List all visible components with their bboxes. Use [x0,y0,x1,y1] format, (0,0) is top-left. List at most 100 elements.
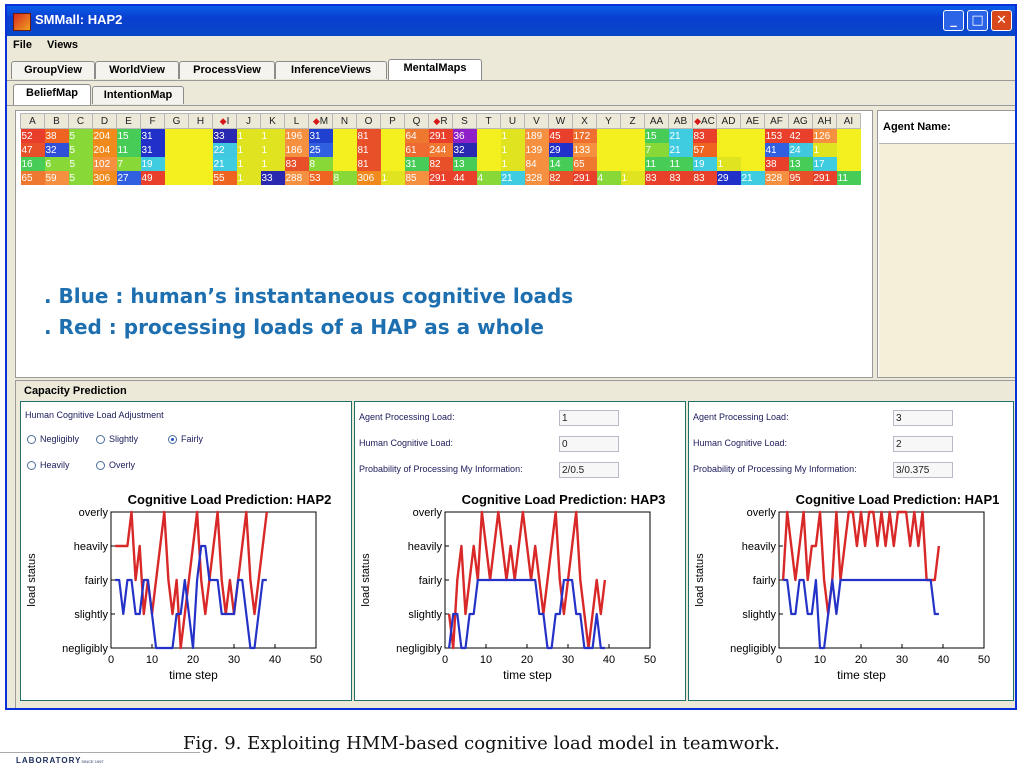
column-header[interactable]: AB [668,113,693,129]
grid-cell[interactable]: 4 [476,171,501,185]
grid-cell[interactable]: 81 [356,157,381,171]
grid-cell[interactable]: 1 [500,128,525,143]
tab-processview[interactable]: ProcessView [179,61,275,79]
radio-fairly[interactable]: Fairly [168,434,203,444]
column-header[interactable]: N [332,113,357,129]
grid-cell[interactable]: 11 [668,157,693,171]
grid-cell[interactable]: 82 [548,171,573,185]
grid-cell[interactable]: 328 [764,171,789,185]
column-header[interactable]: V [524,113,549,129]
grid-cell[interactable]: 11 [116,143,141,157]
grid-cell[interactable]: 204 [92,143,117,157]
column-header[interactable]: E [116,113,141,129]
grid-cell[interactable]: 21 [668,143,693,157]
tab-inferenceviews[interactable]: InferenceViews [275,61,387,79]
maximize-button[interactable]: □ [967,10,988,31]
radio-dot-selected[interactable] [168,435,177,444]
grid-cell[interactable] [164,171,189,185]
agent-processing-field[interactable]: 1 [559,410,619,426]
grid-cell[interactable] [476,143,501,157]
grid-cell[interactable] [740,157,765,171]
grid-cell[interactable]: 81 [356,128,381,143]
grid-cell[interactable] [476,157,501,171]
column-header[interactable]: J [236,113,261,129]
grid-cell[interactable] [188,143,213,157]
grid-cell[interactable]: 65 [20,171,45,185]
grid-cell[interactable]: 5 [68,157,93,171]
grid-cell[interactable]: 1 [620,171,645,185]
grid-cell[interactable]: 186 [284,143,309,157]
grid-cell[interactable]: 21 [500,171,525,185]
radio-overly[interactable]: Overly [96,460,135,470]
grid-cell[interactable] [836,128,861,143]
grid-cell[interactable]: 189 [524,128,549,143]
grid-cell[interactable]: 44 [452,171,477,185]
column-header[interactable]: F [140,113,165,129]
grid-cell[interactable]: 83 [692,171,717,185]
grid-cell[interactable]: 65 [572,157,597,171]
agent-processing-field[interactable]: 3 [893,410,953,426]
grid-cell[interactable]: 6 [44,157,69,171]
column-header[interactable]: AI [836,113,861,129]
grid-cell[interactable]: 291 [428,171,453,185]
grid-cell[interactable]: 13 [452,157,477,171]
grid-cell[interactable]: 11 [836,171,861,185]
grid-cell[interactable]: 19 [692,157,717,171]
grid-cell[interactable]: 19 [140,157,165,171]
grid-cell[interactable]: 83 [668,171,693,185]
grid-cell[interactable] [716,128,741,143]
grid-cell[interactable]: 1 [260,157,285,171]
grid-cell[interactable]: 328 [524,171,549,185]
probability-field[interactable]: 2/0.5 [559,462,619,478]
grid-cell[interactable]: 32 [452,143,477,157]
grid-cell[interactable]: 291 [572,171,597,185]
grid-cell[interactable]: 16 [20,157,45,171]
grid-cell[interactable]: 53 [308,171,333,185]
grid-cell[interactable] [188,171,213,185]
grid-cell[interactable]: 24 [788,143,813,157]
grid-cell[interactable] [188,128,213,143]
grid-cell[interactable]: 21 [740,171,765,185]
column-header[interactable]: AE [740,113,765,129]
tab-mentalmaps[interactable]: MentalMaps [388,59,482,80]
grid-cell[interactable] [620,128,645,143]
grid-cell[interactable]: 172 [572,128,597,143]
grid-cell[interactable] [380,128,405,143]
grid-cell[interactable]: 139 [524,143,549,157]
radio-dot[interactable] [27,461,36,470]
grid-cell[interactable]: 38 [44,128,69,143]
tab-intentionmap[interactable]: IntentionMap [92,86,184,104]
menu-file[interactable]: File [13,39,32,51]
grid-cell[interactable]: 15 [116,128,141,143]
grid-cell[interactable]: 5 [68,143,93,157]
human-load-field[interactable]: 2 [893,436,953,452]
grid-cell[interactable]: 1 [236,157,261,171]
column-header[interactable]: A [20,113,45,129]
radio-heavily[interactable]: Heavily [27,460,70,470]
grid-cell[interactable]: 244 [428,143,453,157]
column-header[interactable]: AF [764,113,789,129]
grid-cell[interactable]: 27 [116,171,141,185]
column-header[interactable]: ◆AC [692,113,717,129]
grid-cell[interactable]: 82 [428,157,453,171]
grid-cell[interactable]: 1 [380,171,405,185]
grid-cell[interactable]: 5 [68,128,93,143]
grid-cell[interactable]: 1 [500,143,525,157]
column-header[interactable]: W [548,113,573,129]
grid-cell[interactable]: 49 [140,171,165,185]
grid-cell[interactable]: 55 [212,171,237,185]
radio-negligibly[interactable]: Negligibly [27,434,79,444]
radio-dot[interactable] [96,435,105,444]
grid-cell[interactable]: 83 [692,128,717,143]
grid-cell[interactable]: 64 [404,128,429,143]
title-bar[interactable]: SMMall: HAP2 _ □ ✕ [7,6,1015,36]
grid-cell[interactable]: 42 [788,128,813,143]
grid-cell[interactable]: 1 [500,157,525,171]
grid-cell[interactable]: 306 [356,171,381,185]
human-load-field[interactable]: 0 [559,436,619,452]
grid-cell[interactable]: 29 [548,143,573,157]
grid-cell[interactable]: 102 [92,157,117,171]
grid-cell[interactable]: 31 [140,143,165,157]
grid-cell[interactable] [332,143,357,157]
column-header[interactable]: Q [404,113,429,129]
